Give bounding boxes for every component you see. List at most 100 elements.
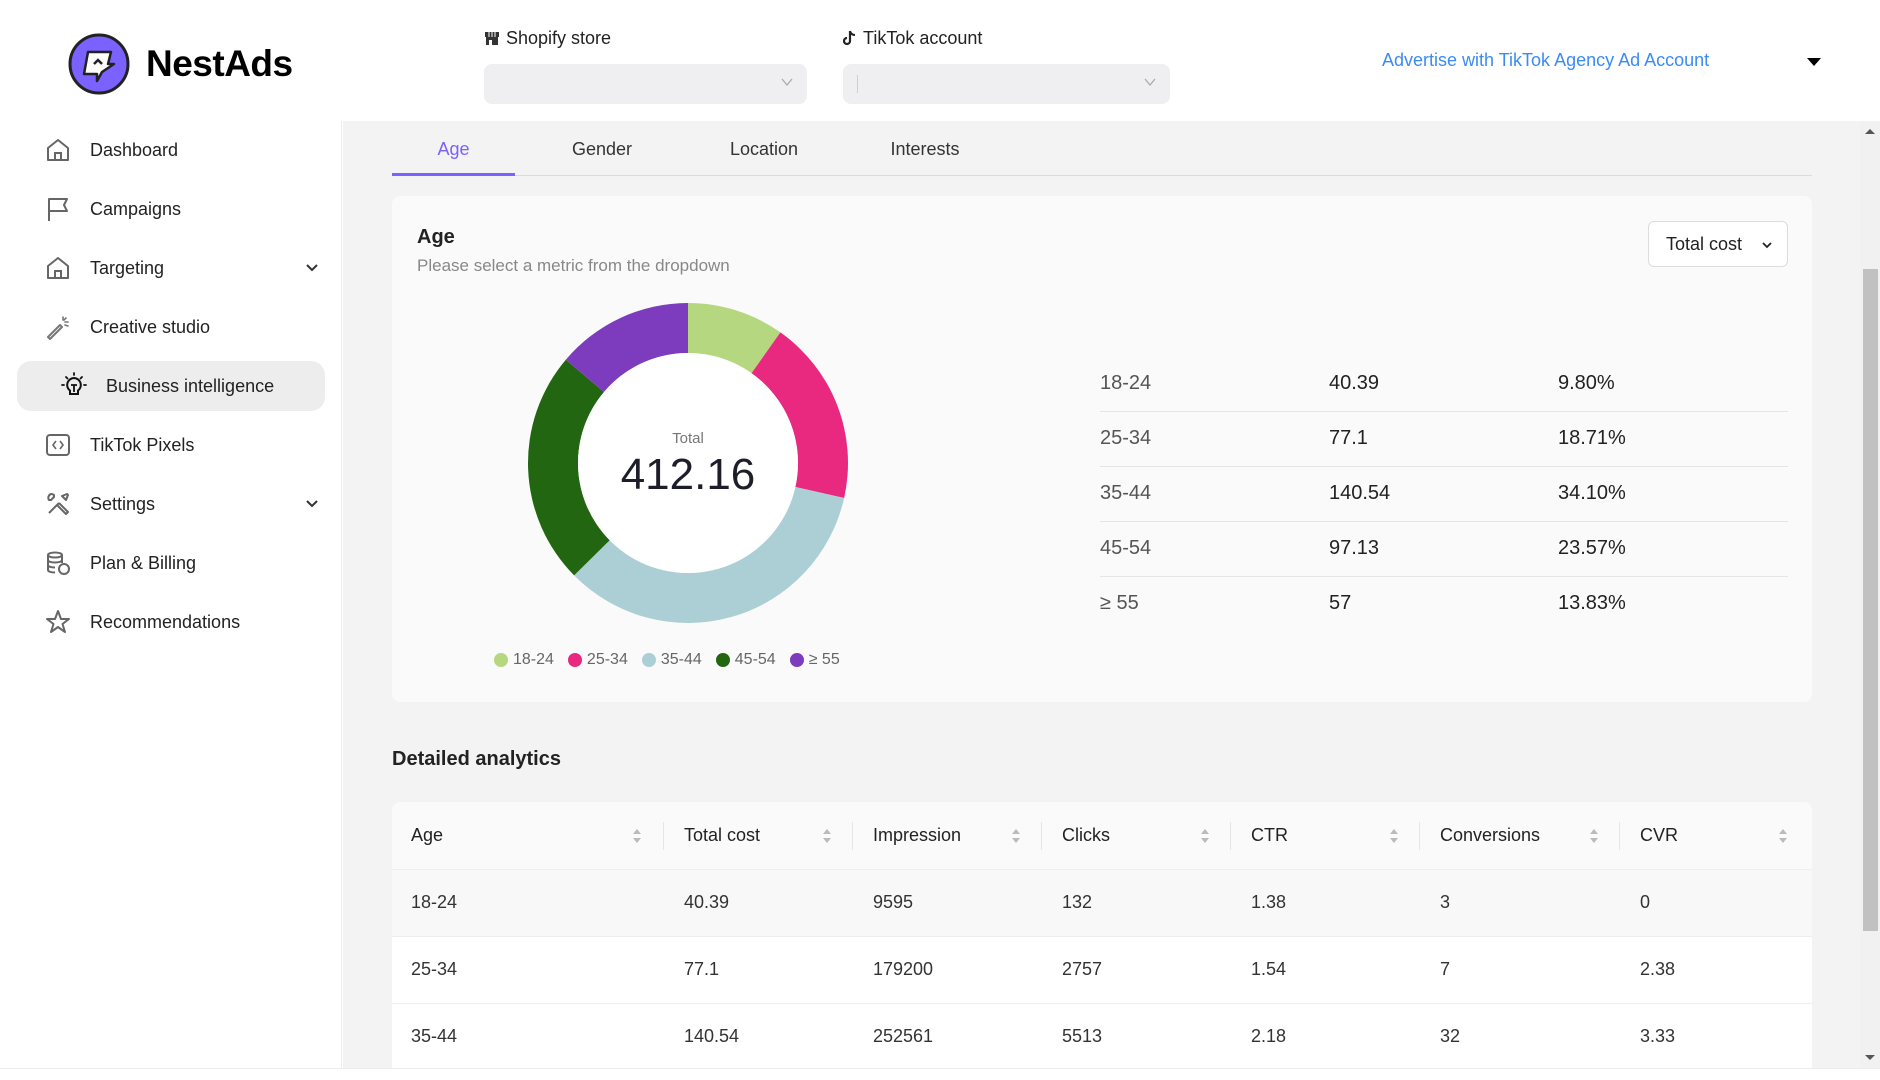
legend-swatch: [494, 653, 508, 667]
sidebar-item-label: Settings: [90, 493, 156, 514]
summary-row: 45-54 97.13 23.57%: [1100, 522, 1788, 577]
sort-icon[interactable]: [1778, 827, 1788, 845]
table-header: Age Total cost Impression Clicks CTR Conversi…: [392, 802, 1812, 869]
table-cell: 7: [1440, 959, 1451, 979]
tab-gender[interactable]: Gender: [562, 139, 642, 176]
legend-item[interactable]: 18-24: [494, 651, 554, 669]
sidebar-item-targeting[interactable]: Targeting: [17, 243, 325, 293]
column-divider: [663, 822, 664, 850]
table-row[interactable]: 25-34 77.1 179200 2757 1.54 7 2.38: [392, 936, 1812, 1003]
scroll-down-arrow-icon[interactable]: [1865, 1055, 1875, 1060]
table-cell: 252561: [873, 1026, 934, 1046]
column-header[interactable]: CTR: [1251, 802, 1288, 869]
sort-icon[interactable]: [822, 827, 832, 845]
column-header[interactable]: CVR: [1640, 802, 1678, 869]
table-cell: 140.54: [684, 1026, 740, 1046]
legend-swatch: [789, 653, 804, 667]
table-row[interactable]: 35-44 140.54 252561 5513 2.18 32 3.33: [392, 1003, 1812, 1068]
shopify-store-select[interactable]: [484, 64, 807, 104]
summary-percent: 13.83%: [1558, 592, 1626, 614]
home-icon: [43, 135, 73, 165]
column-header-label: Clicks: [1062, 825, 1110, 845]
summary-age: 45-54: [1100, 537, 1152, 559]
column-divider: [852, 822, 853, 850]
sidebar-item-business-intelligence[interactable]: Business intelligence: [17, 361, 325, 411]
main-content: Age Gender Location Interests Age Please…: [343, 121, 1860, 1068]
sort-icon[interactable]: [1589, 827, 1599, 845]
chevron-down-icon: [306, 500, 318, 508]
table-cell: 2.18: [1251, 1026, 1287, 1046]
sort-icon[interactable]: [1200, 827, 1210, 845]
table-cell: 0: [1640, 892, 1651, 912]
table-cell: 18-24: [411, 892, 458, 912]
tab-interests[interactable]: Interests: [883, 139, 967, 176]
legend-item[interactable]: 35-44: [641, 651, 702, 669]
sidebar-item-plan-billing[interactable]: Plan & Billing: [17, 538, 325, 588]
column-header[interactable]: Conversions: [1440, 802, 1540, 869]
summary-value: 57: [1329, 592, 1352, 614]
column-header[interactable]: Impression: [873, 802, 961, 869]
tiktok-account-select[interactable]: [843, 64, 1170, 104]
table-cell: 25-34: [411, 959, 458, 979]
tiktok-account-group: TikTok account: [843, 26, 1170, 104]
metric-dropdown[interactable]: Total cost: [1648, 221, 1788, 267]
top-header: NestAds Shopify store TikTok account Adv…: [0, 0, 1880, 121]
shopify-store-label: Shopify store: [506, 27, 612, 48]
demographic-tabs: Age Gender Location Interests: [392, 121, 1812, 176]
sidebar-item-tiktok-pixels[interactable]: TikTok Pixels: [17, 420, 325, 470]
column-header[interactable]: Total cost: [684, 802, 760, 869]
text-cursor: [857, 75, 858, 93]
chart-legend: 18-24 25-34 35-44 45-54 ≥ 55: [494, 651, 840, 669]
table-row[interactable]: 18-24 40.39 9595 132 1.38 3 0: [392, 869, 1812, 936]
donut-center-value: 412.16: [620, 450, 756, 499]
chevron-down-icon: [306, 264, 318, 272]
scroll-up-arrow-icon[interactable]: [1865, 129, 1875, 134]
column-header[interactable]: Age: [411, 802, 443, 869]
agency-ad-account-link[interactable]: Advertise with TikTok Agency Ad Account: [1382, 50, 1709, 71]
column-header[interactable]: Clicks: [1062, 802, 1110, 869]
sidebar-item-dashboard[interactable]: Dashboard: [17, 125, 325, 175]
sort-icon[interactable]: [632, 827, 642, 845]
tab-location[interactable]: Location: [722, 139, 806, 176]
summary-row: 35-44 140.54 34.10%: [1100, 467, 1788, 522]
detailed-analytics-title: Detailed analytics: [392, 748, 561, 770]
column-divider: [1619, 822, 1620, 850]
column-divider: [1230, 822, 1231, 850]
summary-age: 35-44: [1100, 482, 1152, 504]
table-cell: 40.39: [684, 892, 730, 912]
sidebar-item-creative-studio[interactable]: Creative studio: [17, 302, 325, 352]
legend-item[interactable]: 25-34: [567, 651, 628, 669]
summary-value: 77.1: [1329, 427, 1368, 449]
chevron-down-icon: [781, 78, 793, 87]
sidebar-item-label: Plan & Billing: [90, 552, 197, 573]
legend-item[interactable]: 45-54: [715, 651, 776, 669]
sort-icon[interactable]: [1389, 827, 1399, 845]
account-menu-caret-icon[interactable]: [1807, 58, 1821, 66]
home-icon: [43, 253, 73, 283]
vertical-scrollbar[interactable]: [1860, 121, 1880, 1068]
table-body: 18-24 40.39 9595 132 1.38 3 0 25-34 77.1 179200 27…: [392, 869, 1812, 1068]
sidebar-item-label: Creative studio: [90, 316, 211, 337]
logo-text: NestAds: [146, 43, 293, 84]
magic-wand-icon: [43, 312, 73, 342]
summary-row: 18-24 40.39 9.80%: [1100, 357, 1788, 412]
tab-age[interactable]: Age: [392, 139, 515, 176]
sidebar-item-campaigns[interactable]: Campaigns: [17, 184, 325, 234]
summary-percent: 23.57%: [1558, 537, 1626, 559]
summary-row: 25-34 77.1 18.71%: [1100, 412, 1788, 467]
legend-swatch: [567, 653, 582, 667]
store-icon: [485, 32, 499, 45]
nestads-logo-icon: [68, 33, 130, 95]
sort-icon[interactable]: [1011, 827, 1021, 845]
lightbulb-icon: [59, 371, 89, 401]
table-cell: 35-44: [411, 1026, 458, 1046]
sidebar-item-settings[interactable]: Settings: [17, 479, 325, 529]
logo[interactable]: NestAds: [68, 33, 293, 95]
sidebar-item-recommendations[interactable]: Recommendations: [17, 597, 325, 647]
scrollbar-thumb[interactable]: [1863, 269, 1878, 931]
chevron-down-icon: [1762, 242, 1772, 249]
summary-row: ≥ 55 57 13.83%: [1100, 577, 1788, 632]
legend-item[interactable]: ≥ 55: [789, 651, 840, 669]
summary-age: ≥ 55: [1100, 592, 1139, 614]
tiktok-account-label: TikTok account: [863, 27, 983, 48]
